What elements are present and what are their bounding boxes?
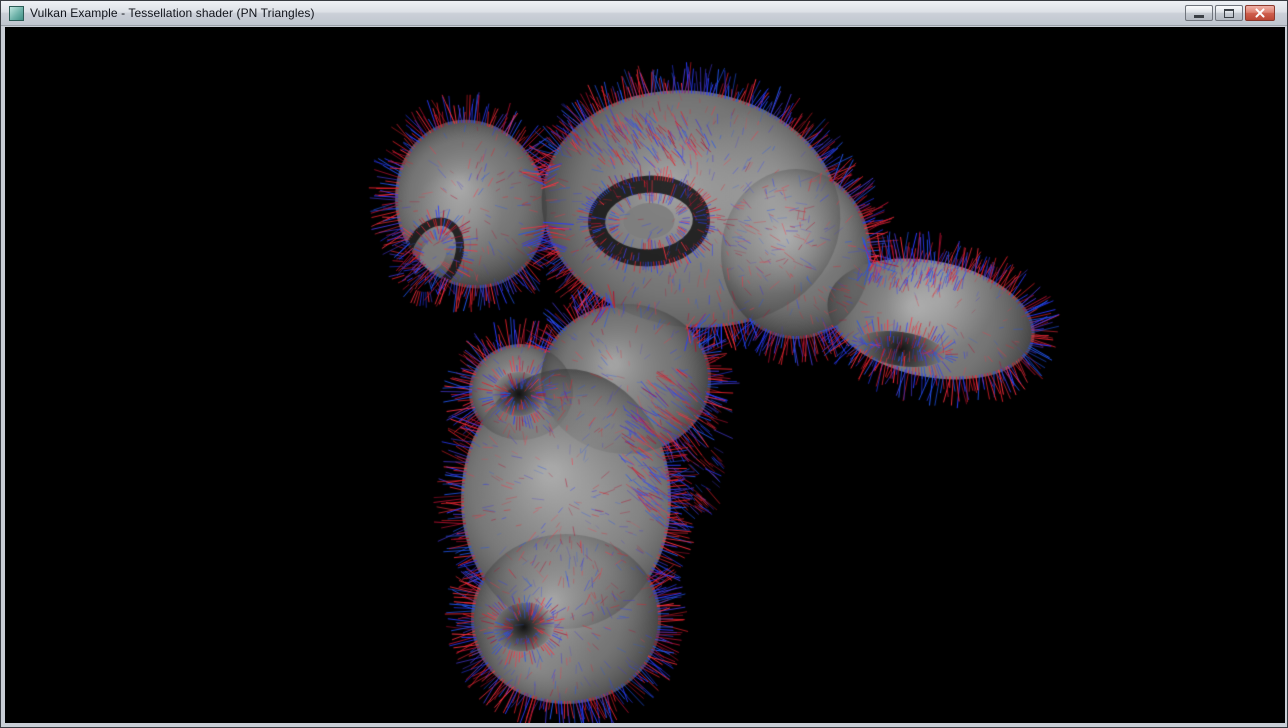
window-title: Vulkan Example - Tessellation shader (PN…: [30, 6, 315, 20]
close-button[interactable]: [1245, 5, 1275, 21]
maximize-icon: [1224, 9, 1234, 18]
maximize-button[interactable]: [1215, 5, 1243, 21]
minimize-button[interactable]: [1185, 5, 1213, 21]
render-viewport[interactable]: [5, 27, 1285, 723]
app-window: Vulkan Example - Tessellation shader (PN…: [0, 0, 1288, 728]
app-icon: [9, 6, 24, 21]
titlebar[interactable]: Vulkan Example - Tessellation shader (PN…: [1, 1, 1287, 26]
render-canvas[interactable]: [5, 27, 1285, 723]
close-icon: [1254, 7, 1266, 19]
window-controls: [1185, 5, 1279, 21]
minimize-icon: [1194, 15, 1204, 18]
